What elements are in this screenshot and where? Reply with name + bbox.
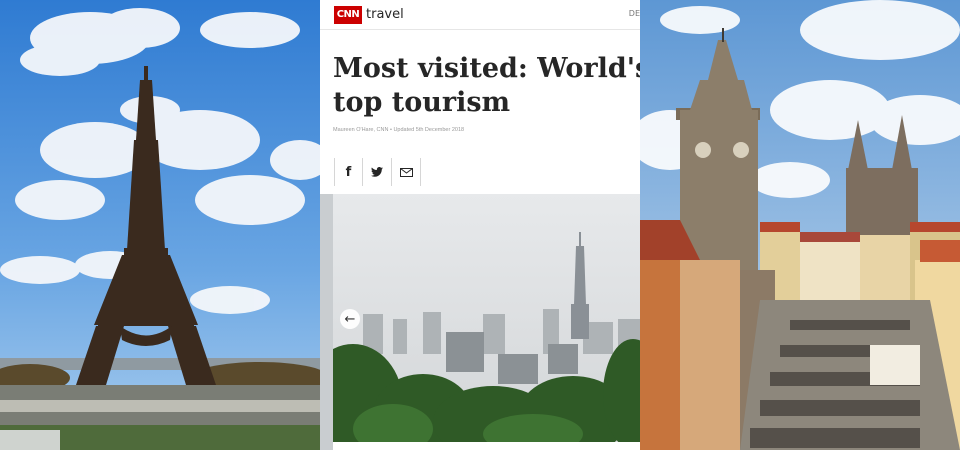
previous-slide-edge xyxy=(320,194,333,450)
article-byline: Maureen O'Hare, CNN • Updated 5th Decemb… xyxy=(333,127,465,133)
email-icon xyxy=(399,167,413,177)
article-headline: Most visited: World's top tourism xyxy=(333,53,640,118)
taipei-skyline-photo xyxy=(333,194,640,442)
carousel-prev-button[interactable]: ← xyxy=(340,309,360,329)
section-label[interactable]: travel xyxy=(366,6,404,24)
twitter-share-button[interactable] xyxy=(363,158,392,186)
facebook-share-button[interactable]: f xyxy=(334,158,363,186)
cnn-article-screenshot: CNN travel DE Most visited: World's top … xyxy=(320,0,640,450)
cnn-header: CNN travel DE xyxy=(320,0,640,30)
header-edge-text[interactable]: DE xyxy=(629,9,640,18)
twitter-icon xyxy=(371,167,383,177)
cnn-logo[interactable]: CNN xyxy=(334,6,362,24)
email-share-button[interactable] xyxy=(392,158,421,186)
eiffel-tower-photo xyxy=(0,0,320,450)
prague-old-town-photo xyxy=(640,0,960,450)
share-bar: f xyxy=(334,158,421,186)
arrow-left-icon: ← xyxy=(344,311,356,327)
facebook-icon: f xyxy=(345,164,352,180)
